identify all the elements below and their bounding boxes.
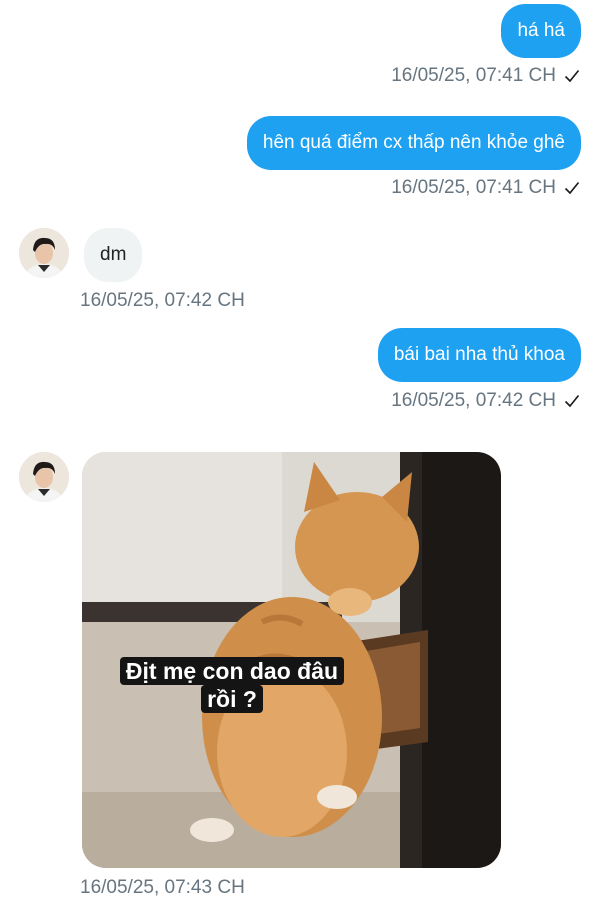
message-text: dm — [100, 244, 127, 265]
message-text: há há — [517, 20, 565, 41]
check-icon — [564, 69, 580, 83]
image-caption: Địt mẹ con dao đâu rồi ? — [82, 657, 382, 713]
timestamp-text: 16/05/25, 07:41 CH — [391, 65, 556, 86]
check-icon — [564, 181, 580, 195]
message-text: bái bai nha thủ khoa — [393, 344, 565, 365]
message-bubble-outgoing[interactable]: bái bai nha thủ khoa — [377, 328, 581, 382]
message-bubble-outgoing[interactable]: há há — [501, 4, 581, 58]
message-timestamp: 16/05/25, 07:41 CH — [391, 176, 580, 200]
timestamp-text: 16/05/25, 07:42 CH — [80, 290, 245, 311]
check-icon — [564, 394, 580, 408]
message-timestamp: 16/05/25, 07:41 CH — [391, 64, 580, 88]
image-caption-line2: rồi ? — [201, 685, 263, 713]
message-image[interactable]: Địt mẹ con dao đâu rồi ? — [82, 452, 501, 868]
avatar[interactable] — [19, 228, 69, 278]
message-timestamp: 16/05/25, 07:42 CH — [80, 289, 245, 313]
message-bubble-incoming[interactable]: dm — [84, 228, 143, 282]
message-timestamp: 16/05/25, 07:43 CH — [80, 876, 245, 900]
timestamp-text: 16/05/25, 07:41 CH — [391, 177, 556, 198]
message-timestamp: 16/05/25, 07:42 CH — [391, 389, 580, 413]
timestamp-text: 16/05/25, 07:42 CH — [391, 390, 556, 411]
avatar[interactable] — [19, 452, 69, 502]
message-bubble-outgoing[interactable]: hên quá điểm cx thấp nên khỏe ghê — [246, 116, 581, 170]
timestamp-text: 16/05/25, 07:43 CH — [80, 877, 245, 898]
avatar-image — [19, 452, 69, 502]
avatar-image — [19, 228, 69, 278]
message-text: hên quá điểm cx thấp nên khỏe ghê — [262, 132, 565, 153]
image-caption-line1: Địt mẹ con dao đâu — [119, 657, 345, 685]
